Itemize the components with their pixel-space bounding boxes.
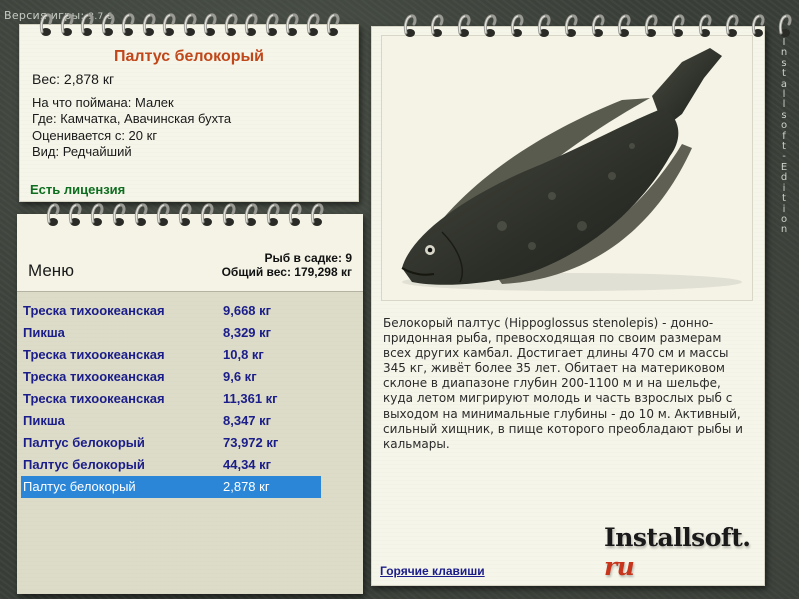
spiral-ring-icon: [777, 14, 793, 40]
installsoft-logo: Installsoft. ru: [604, 523, 764, 581]
spiral-ring-icon: [325, 13, 341, 39]
catch-item-name: Треска тихоокеанская: [23, 303, 165, 318]
spiral-binding-notepad: [45, 203, 325, 229]
catch-item-weight: 44,34 кг: [223, 457, 272, 472]
spiral-ring-icon: [670, 14, 686, 40]
spiral-ring-icon: [509, 14, 525, 40]
spiral-ring-icon: [284, 13, 300, 39]
spiral-ring-icon: [309, 203, 325, 229]
menu-button[interactable]: Меню: [28, 261, 74, 281]
rarity-line: Вид: Редчайший: [32, 143, 132, 159]
catch-info-card: Палтус белокорый Вес: 2,878 кг На что по…: [19, 24, 359, 202]
installsoft-edition-vertical-text: Installsoft-Edition: [777, 37, 791, 236]
keepnet-stats: Рыб в садке: 9 Общий вес: 179,298 кг: [222, 251, 352, 279]
catch-item-name: Пикша: [23, 325, 65, 340]
spiral-ring-icon: [563, 14, 579, 40]
spiral-ring-icon: [265, 203, 281, 229]
edition-letter: t: [782, 193, 786, 205]
edition-letter: n: [780, 224, 788, 236]
fish-count: Рыб в садке: 9: [264, 251, 352, 265]
catch-item-name: Палтус белокорый: [23, 435, 145, 450]
spiral-ring-icon: [243, 203, 259, 229]
spiral-ring-icon: [643, 14, 659, 40]
fish-image-frame: [381, 35, 753, 301]
catch-item-name: Треска тихоокеанская: [23, 391, 165, 406]
spiral-ring-icon: [264, 13, 280, 39]
catch-item-weight: 73,972 кг: [223, 435, 279, 450]
catch-list-item[interactable]: Треска тихоокеанская 9,668 кг: [21, 300, 321, 322]
fish-weight: Вес: 2,878 кг: [32, 71, 115, 87]
spiral-ring-icon: [536, 14, 552, 40]
spiral-ring-icon: [59, 13, 75, 39]
fish-description: Белокорый палтус (Hippoglossus stenolepi…: [383, 316, 743, 451]
catch-list-item[interactable]: Треска тихоокеанская 11,361 кг: [21, 388, 321, 410]
total-weight: Общий вес: 179,298 кг: [221, 265, 352, 279]
catch-item-name: Палтус белокорый: [23, 457, 145, 472]
spiral-ring-icon: [89, 203, 105, 229]
catch-list-item[interactable]: Пикша 8,347 кг: [21, 410, 321, 432]
spiral-ring-icon: [724, 14, 740, 40]
catch-item-weight: 10,8 кг: [223, 347, 264, 362]
catch-item-weight: 9,668 кг: [223, 303, 272, 318]
spiral-ring-icon: [287, 203, 303, 229]
catch-item-weight: 9,6 кг: [223, 369, 257, 384]
catch-list-item[interactable]: Треска тихоокеанская 9,6 кг: [21, 366, 321, 388]
catch-list-item[interactable]: Палтус белокорый 44,34 кг: [21, 454, 321, 476]
spiral-ring-icon: [456, 14, 472, 40]
spiral-ring-icon: [590, 14, 606, 40]
spiral-ring-icon: [177, 203, 193, 229]
spiral-ring-icon: [111, 203, 127, 229]
location-line: Где: Камчатка, Авачинская бухта: [32, 111, 232, 127]
catch-item-weight: 8,329 кг: [223, 325, 272, 340]
spiral-ring-icon: [223, 13, 239, 39]
spiral-ring-icon: [133, 203, 149, 229]
spiral-ring-icon: [221, 203, 237, 229]
catch-list-item[interactable]: Палтус белокорый 2,878 кг: [21, 476, 321, 498]
spiral-ring-icon: [750, 14, 766, 40]
fish-details: На что поймана: Малек Где: Камчатка, Ава…: [32, 95, 231, 160]
spiral-ring-icon: [155, 203, 171, 229]
spiral-ring-icon: [616, 14, 632, 40]
catch-item-name: Палтус белокорый: [23, 479, 136, 494]
spiral-ring-icon: [141, 13, 157, 39]
spiral-ring-icon: [38, 13, 54, 39]
fish-title: Палтус белокорый: [114, 48, 264, 65]
catch-list-item[interactable]: Пикша 8,329 кг: [21, 322, 321, 344]
spiral-ring-icon: [100, 13, 116, 39]
spiral-ring-icon: [79, 13, 95, 39]
spiral-ring-icon: [120, 13, 136, 39]
catch-list: Треска тихоокеанская 9,668 кг Пикша 8,329 к…: [21, 300, 321, 498]
value-line: Оценивается с: 20 кг: [32, 127, 158, 143]
spiral-binding-top-left: [38, 13, 341, 39]
fish-description-card: Белокорый палтус (Hippoglossus stenolepi…: [371, 26, 765, 586]
catch-list-item[interactable]: Треска тихоокеанская 10,8 кг: [21, 344, 321, 366]
catch-item-weight: 8,347 кг: [223, 413, 272, 428]
spiral-ring-icon: [402, 14, 418, 40]
catch-list-item[interactable]: Палтус белокорый 73,972 кг: [21, 432, 321, 454]
spiral-ring-icon: [429, 14, 445, 40]
catch-list-notepad: Меню Рыб в садке: 9 Общий вес: 179,298 к…: [17, 214, 363, 594]
spiral-ring-icon: [161, 13, 177, 39]
license-status: Есть лицензия: [30, 182, 126, 197]
hotkeys-link[interactable]: Горячие клавиши: [380, 564, 485, 578]
spiral-ring-icon: [199, 203, 215, 229]
catch-item-name: Пикша: [23, 413, 65, 428]
spiral-ring-icon: [202, 13, 218, 39]
spiral-ring-icon: [243, 13, 259, 39]
bait-line: На что поймана: Малек: [32, 95, 174, 110]
spiral-ring-icon: [697, 14, 713, 40]
halibut-illustration: [401, 48, 742, 291]
spiral-ring-icon: [45, 203, 61, 229]
catch-item-name: Треска тихоокеанская: [23, 369, 165, 384]
spiral-ring-icon: [67, 203, 83, 229]
logo-tld: ru: [604, 552, 635, 581]
spiral-binding-right: [402, 14, 799, 40]
catch-item-weight: 2,878 кг: [223, 479, 270, 494]
spiral-ring-icon: [305, 13, 321, 39]
logo-main: Installsoft.: [604, 523, 751, 552]
spiral-ring-icon: [182, 13, 198, 39]
catch-item-name: Треска тихоокеанская: [23, 347, 165, 362]
spiral-ring-icon: [482, 14, 498, 40]
catch-item-weight: 11,361 кг: [223, 391, 278, 406]
